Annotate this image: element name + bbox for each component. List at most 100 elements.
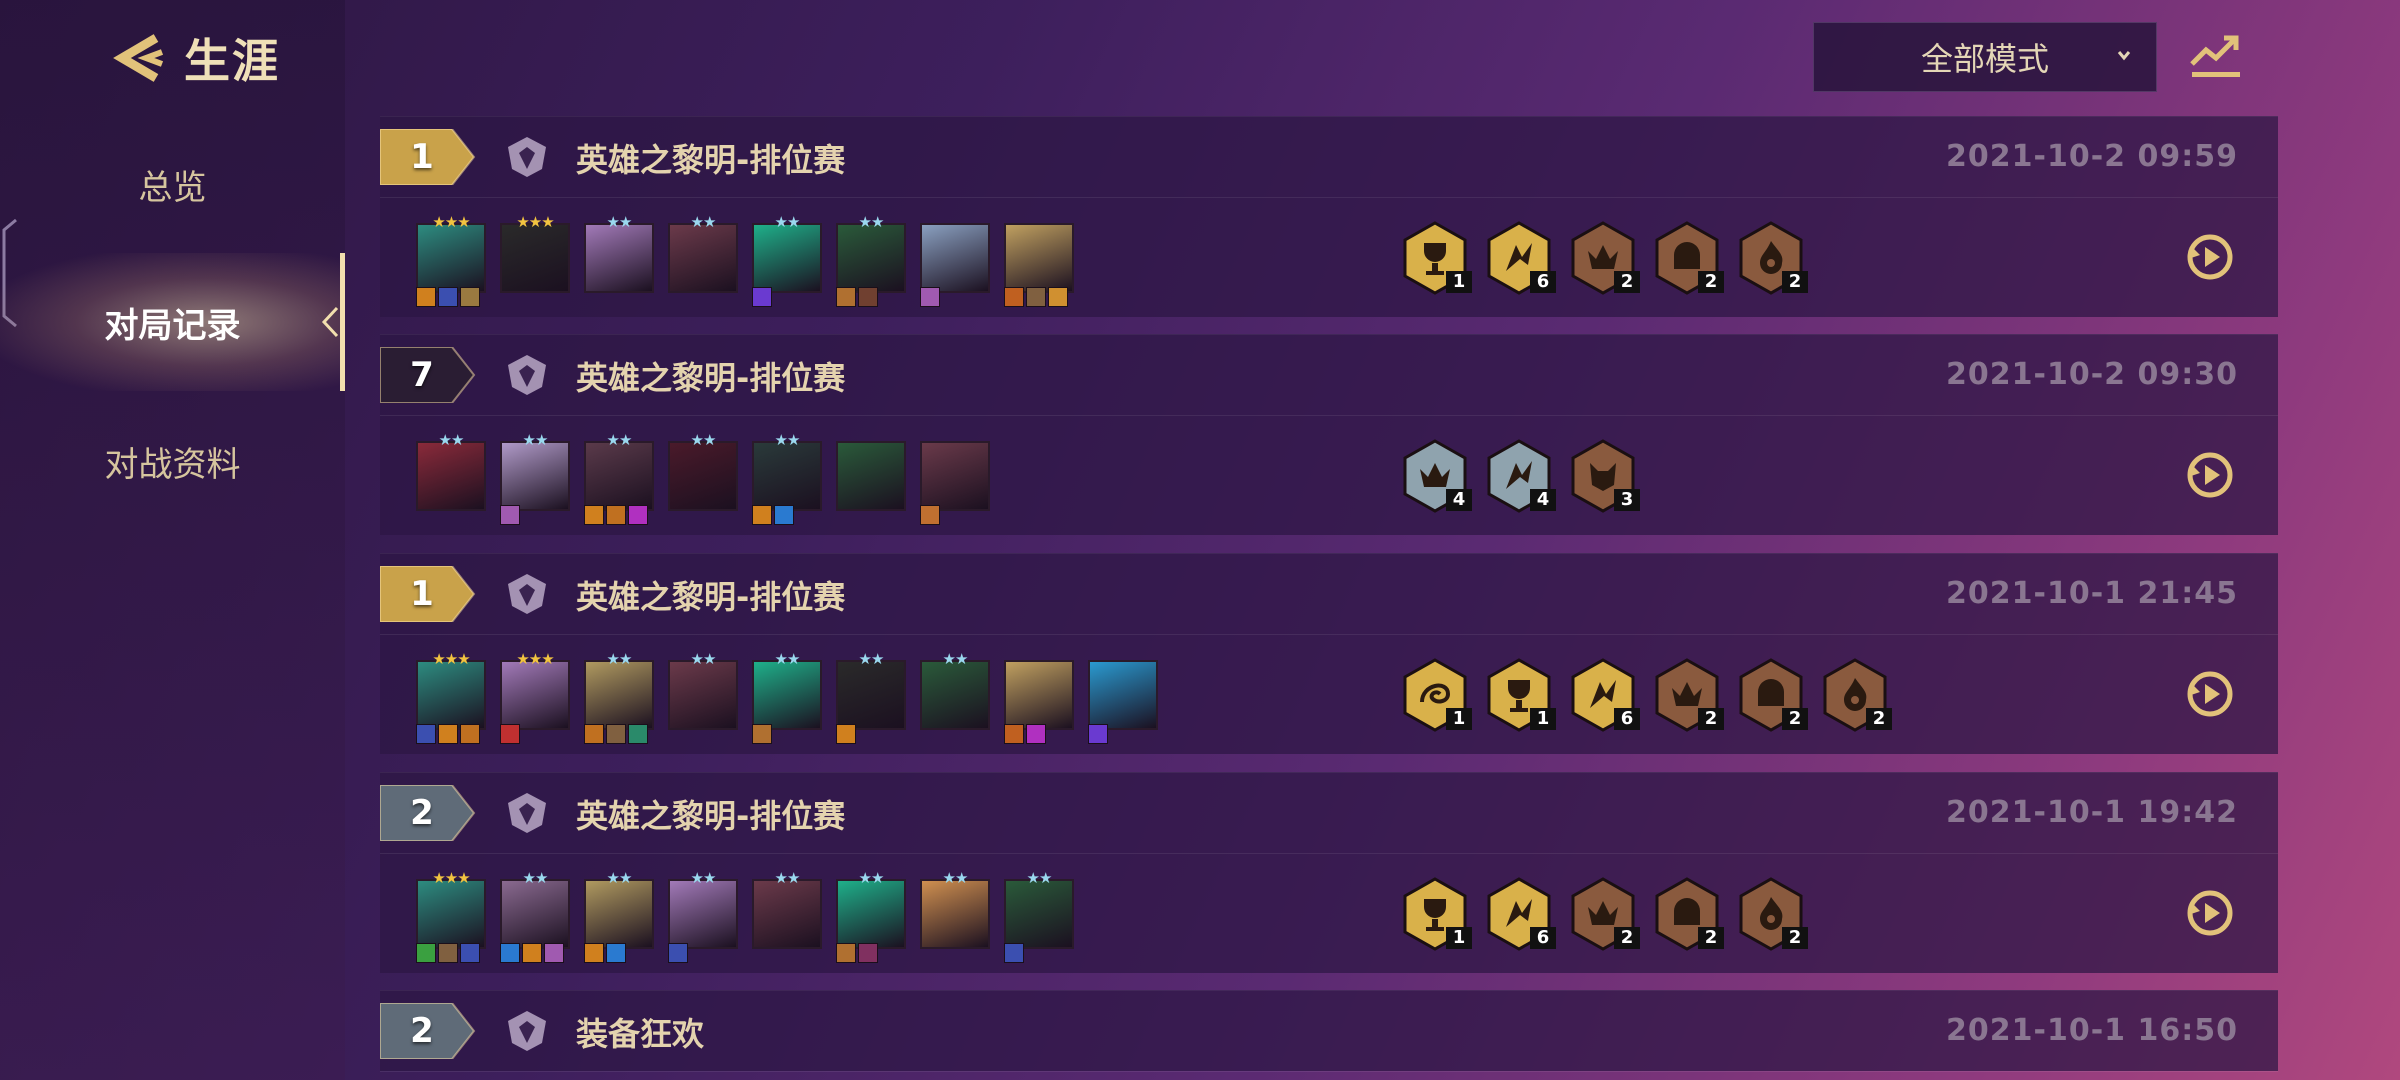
champion-unit[interactable] <box>920 223 990 307</box>
star-level: ★★ <box>438 431 465 449</box>
champion-portrait <box>752 879 822 949</box>
match-header: 2 英雄之黎明-排位赛 2021-10-1 19:42 <box>379 773 2278 854</box>
unit-list: ★★★ ★★ ★★ ★★ ★★ ★★ ★★ ★★ <box>416 871 1074 963</box>
match-header: 2 装备狂欢 2021-10-1 16:50 <box>379 991 2278 1072</box>
item-icon <box>858 943 878 963</box>
nav-item-label: 对战资料 <box>104 444 241 485</box>
nav-item-overview[interactable]: 总览 <box>0 115 345 253</box>
champion-unit[interactable]: ★★ <box>668 871 738 963</box>
champion-unit[interactable]: ★★★ <box>500 215 570 293</box>
trait-count: 2 <box>1614 927 1640 949</box>
champion-unit[interactable]: ★★ <box>668 652 738 730</box>
trait-badge: 2 <box>1570 221 1640 297</box>
item-list <box>1088 724 1108 744</box>
champion-unit[interactable]: ★★★ <box>416 652 486 744</box>
champion-portrait <box>416 660 486 730</box>
item-icon <box>1048 287 1068 307</box>
champion-portrait <box>1004 879 1074 949</box>
active-arrow-icon <box>321 306 339 338</box>
item-icon <box>500 505 520 525</box>
match-time: 2021-10-2 09:30 <box>1946 357 2238 392</box>
champion-unit[interactable]: ★★★ <box>500 652 570 744</box>
item-icon <box>522 943 542 963</box>
champion-unit[interactable]: ★★ <box>920 871 990 949</box>
trait-badge: 4 <box>1402 439 1472 515</box>
champion-unit[interactable]: ★★ <box>668 433 738 511</box>
rank-number: 2 <box>410 1011 434 1051</box>
champion-unit[interactable]: ★★ <box>1004 871 1074 963</box>
champion-unit[interactable]: ★★ <box>668 215 738 293</box>
trait-badge: 2 <box>1570 877 1640 953</box>
trait-count: 2 <box>1782 927 1808 949</box>
mode-filter-select[interactable]: 全部模式 <box>1813 22 2157 92</box>
replay-button[interactable] <box>2182 885 2238 941</box>
champion-unit[interactable]: ★★ <box>836 215 906 307</box>
game-mode-icon <box>508 793 546 833</box>
star-level: ★★★ <box>432 869 470 887</box>
item-icon <box>1004 287 1024 307</box>
trend-chart-button[interactable] <box>2188 30 2244 82</box>
star-level: ★★ <box>774 869 801 887</box>
champion-unit[interactable] <box>1004 223 1074 307</box>
champion-unit[interactable]: ★★ <box>752 871 822 949</box>
champion-unit[interactable]: ★★★ <box>416 871 486 963</box>
champion-portrait <box>584 879 654 949</box>
champion-unit[interactable]: ★★ <box>584 215 654 293</box>
match-header: 7 英雄之黎明-排位赛 2021-10-2 09:30 <box>379 335 2278 416</box>
star-level: ★★★ <box>516 213 554 231</box>
chevron-down-icon <box>2117 51 2131 61</box>
unit-list: ★★ ★★ ★★ ★★ ★★ <box>416 433 990 525</box>
item-icon <box>544 943 564 963</box>
game-mode-icon <box>508 574 546 614</box>
star-level: ★★ <box>606 650 633 668</box>
back-arrow-icon[interactable] <box>110 30 166 86</box>
item-list <box>416 724 480 744</box>
champion-unit[interactable]: ★★ <box>584 871 654 963</box>
trait-list: 1 6 2 2 2 <box>1402 221 1808 297</box>
champion-unit[interactable] <box>1004 660 1074 744</box>
trait-count: 2 <box>1698 708 1724 730</box>
champion-unit[interactable]: ★★ <box>500 871 570 963</box>
trait-list: 4 4 3 <box>1402 439 1640 515</box>
champion-unit[interactable]: ★★ <box>920 652 990 730</box>
rank-badge: 2 <box>379 1002 476 1060</box>
champion-unit[interactable]: ★★ <box>836 871 906 963</box>
replay-button[interactable] <box>2182 447 2238 503</box>
champion-portrait <box>752 441 822 511</box>
champion-unit[interactable] <box>1088 660 1158 744</box>
champion-unit[interactable]: ★★ <box>416 433 486 511</box>
item-icon <box>460 943 480 963</box>
item-list <box>920 505 940 525</box>
match-time: 2021-10-1 19:42 <box>1946 795 2238 830</box>
champion-unit[interactable] <box>836 441 906 511</box>
item-icon <box>606 505 626 525</box>
game-mode-icon <box>508 355 546 395</box>
champion-unit[interactable]: ★★ <box>584 433 654 525</box>
champion-unit[interactable]: ★★ <box>836 652 906 744</box>
item-icon <box>628 724 648 744</box>
page-title: 生涯 <box>184 34 280 88</box>
trait-count: 6 <box>1530 271 1556 293</box>
champion-unit[interactable]: ★★ <box>584 652 654 744</box>
item-icon <box>460 724 480 744</box>
champion-unit[interactable]: ★★ <box>752 652 822 744</box>
match-mode-name: 英雄之黎明-排位赛 <box>576 141 846 179</box>
champion-unit[interactable]: ★★ <box>500 433 570 525</box>
replay-button[interactable] <box>2182 229 2238 285</box>
nav-item-battle-data[interactable]: 对战资料 <box>0 392 345 530</box>
champion-portrait <box>836 879 906 949</box>
star-level: ★★ <box>606 869 633 887</box>
champion-unit[interactable]: ★★ <box>752 215 822 307</box>
nav-item-match-history[interactable]: 对局记录 <box>0 253 345 391</box>
champion-portrait <box>500 223 570 293</box>
nav-item-label: 总览 <box>138 167 207 208</box>
champion-portrait <box>668 441 738 511</box>
star-level: ★★ <box>858 213 885 231</box>
champion-unit[interactable]: ★★ <box>752 433 822 525</box>
champion-portrait <box>920 441 990 511</box>
replay-button[interactable] <box>2182 666 2238 722</box>
rank-badge: 2 <box>379 784 476 842</box>
champion-unit[interactable]: ★★★ <box>416 215 486 307</box>
champion-unit[interactable] <box>920 441 990 525</box>
item-icon <box>416 943 436 963</box>
